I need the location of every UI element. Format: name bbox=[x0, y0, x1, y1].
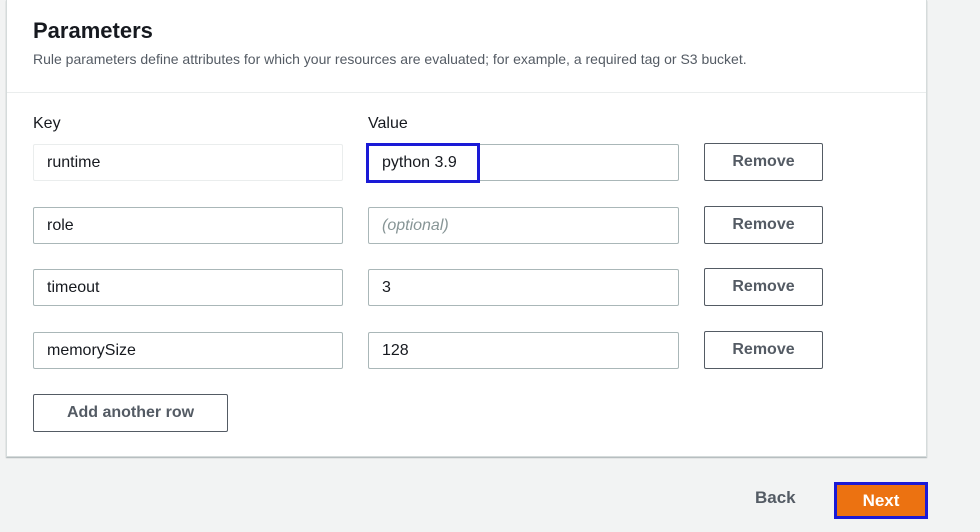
remove-button-role[interactable]: Remove bbox=[704, 206, 823, 244]
remove-button-timeout[interactable]: Remove bbox=[704, 268, 823, 306]
value-column-label: Value bbox=[368, 115, 408, 132]
panel-title: Parameters bbox=[33, 18, 153, 43]
remove-button-runtime[interactable]: Remove bbox=[704, 143, 823, 181]
panel-header: Parameters Rule parameters define attrib… bbox=[7, 0, 926, 93]
key-column-label: Key bbox=[33, 115, 61, 132]
value-field-role[interactable]: (optional) bbox=[368, 207, 679, 244]
add-another-row-button[interactable]: Add another row bbox=[33, 394, 228, 432]
next-button[interactable]: Next bbox=[834, 482, 928, 519]
back-button[interactable]: Back bbox=[755, 488, 796, 508]
parameters-panel: Parameters Rule parameters define attrib… bbox=[6, 0, 927, 457]
key-field-role[interactable]: role bbox=[33, 207, 343, 244]
panel-description: Rule parameters define attributes for wh… bbox=[33, 51, 747, 67]
key-field-memorysize[interactable]: memorySize bbox=[33, 332, 343, 369]
value-field-timeout[interactable]: 3 bbox=[368, 269, 679, 306]
remove-button-memorysize[interactable]: Remove bbox=[704, 331, 823, 369]
value-field-runtime[interactable]: python 3.9 bbox=[368, 144, 679, 181]
value-field-memorysize[interactable]: 128 bbox=[368, 332, 679, 369]
key-field-timeout[interactable]: timeout bbox=[33, 269, 343, 306]
key-field-runtime: runtime bbox=[33, 144, 343, 181]
